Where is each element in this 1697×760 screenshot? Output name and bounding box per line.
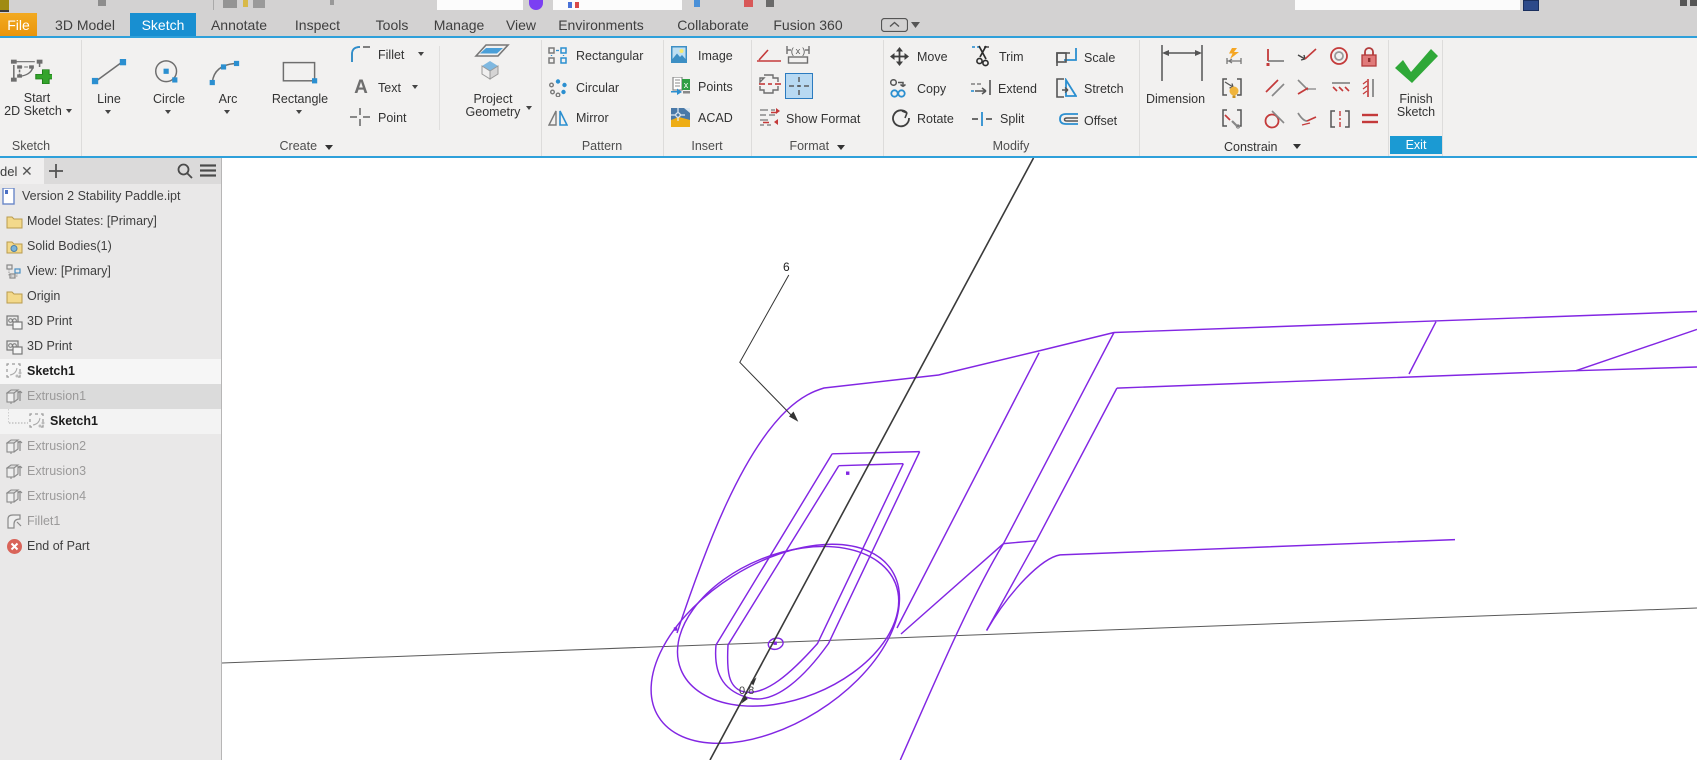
svg-text:0.8: 0.8 bbox=[739, 685, 754, 697]
svg-text:(x): (x) bbox=[790, 47, 806, 57]
svg-text:x: x bbox=[684, 80, 689, 90]
svg-text:6: 6 bbox=[783, 260, 790, 274]
svg-text:A: A bbox=[354, 78, 368, 95]
